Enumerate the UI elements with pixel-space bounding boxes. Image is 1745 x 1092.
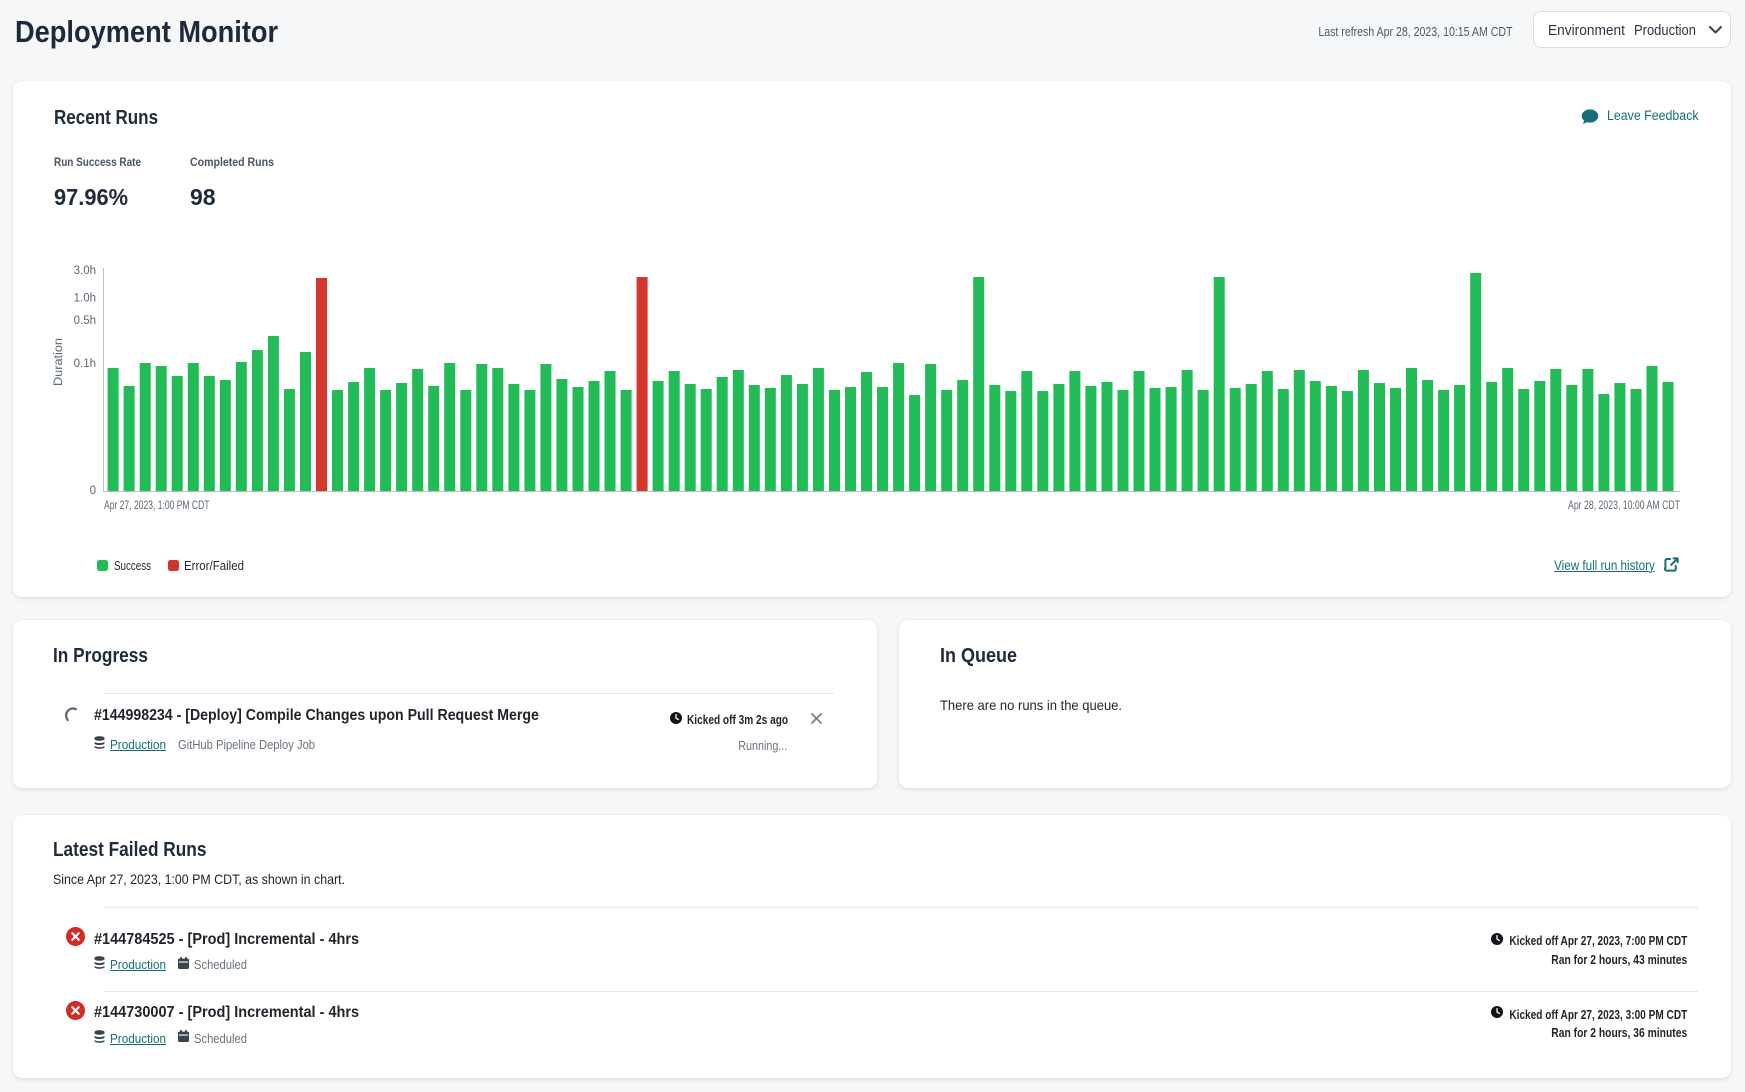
svg-text:Apr 27, 2023, 1:00 PM CDT: Apr 27, 2023, 1:00 PM CDT (104, 498, 210, 512)
svg-text:0.5h: 0.5h (74, 315, 96, 327)
svg-text:Duration: Duration (53, 338, 65, 386)
svg-text:0: 0 (90, 485, 96, 497)
svg-text:3.0h: 3.0h (74, 265, 96, 277)
svg-text:Apr 28, 2023, 10:00 AM CDT: Apr 28, 2023, 10:00 AM CDT (1568, 498, 1680, 512)
svg-text:0.1h: 0.1h (74, 358, 96, 370)
svg-text:1.0h: 1.0h (74, 293, 96, 305)
